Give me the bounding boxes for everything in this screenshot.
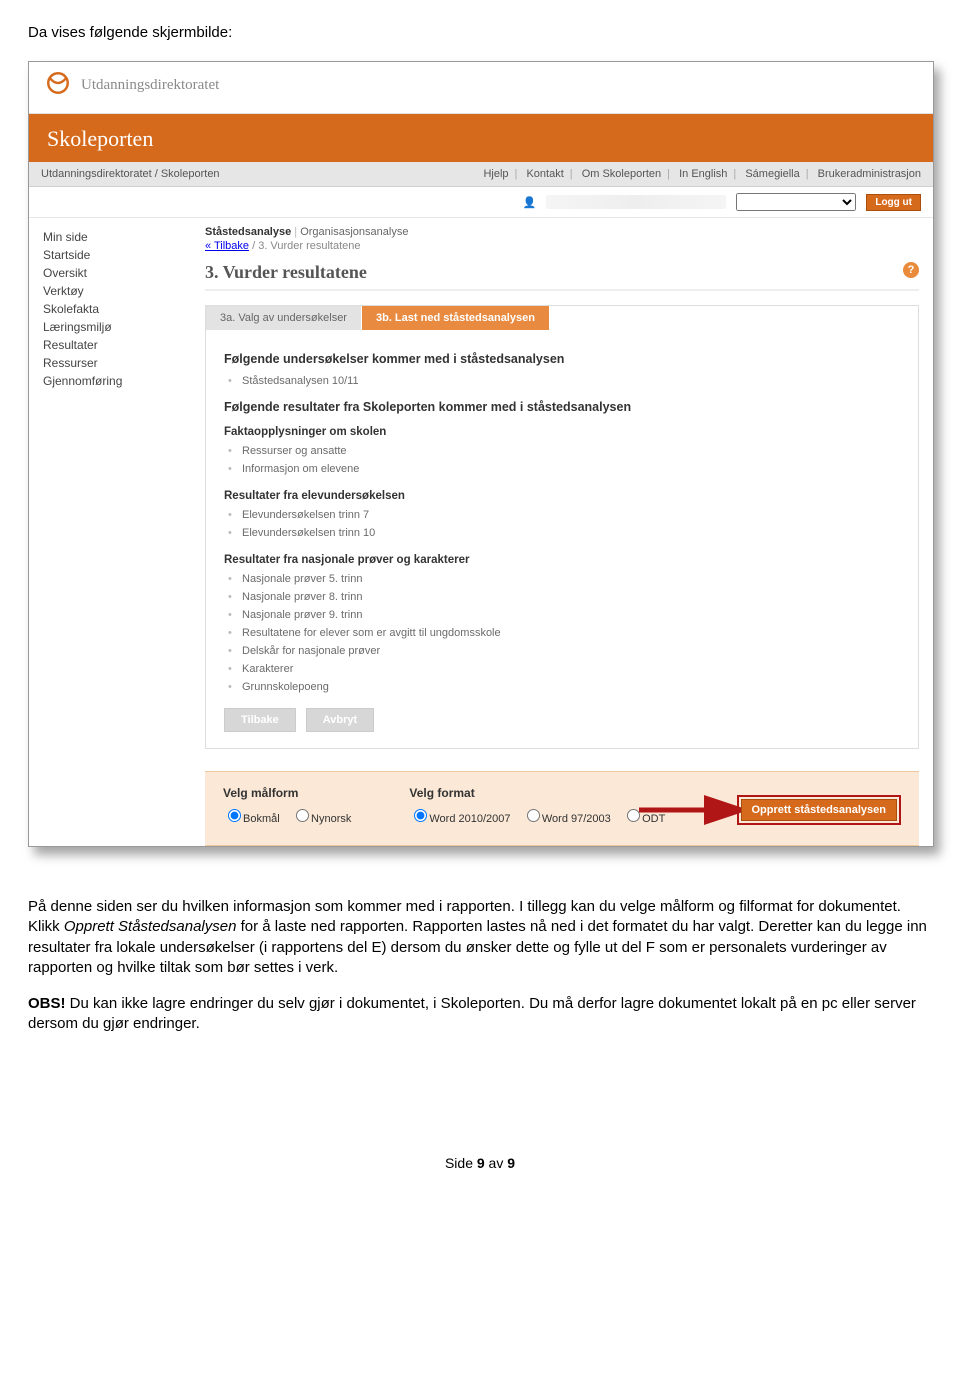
sidebar-item-resultater[interactable]: Resultater [43, 336, 199, 354]
label-malform: Velg målform [223, 786, 359, 800]
radio-word97[interactable]: Word 97/2003 [522, 813, 611, 825]
user-row: 👤 Logg ut [29, 187, 933, 218]
help-icon[interactable]: ? [903, 262, 919, 278]
page-footer: Side 9 av 9 [28, 1155, 932, 1171]
list-item: Delskår for nasjonale prøver [228, 642, 900, 660]
sidebar-item-verktoy[interactable]: Verktøy [43, 282, 199, 300]
results-panel: 3a. Valg av undersøkelser 3b. Last ned s… [205, 305, 919, 749]
sidebar-item-ressurser[interactable]: Ressurser [43, 354, 199, 372]
subheading-elev: Resultater fra elevundersøkelsen [224, 490, 900, 502]
top-link-about[interactable]: Om Skoleporten [582, 168, 661, 180]
site-banner: Skoleporten [29, 114, 933, 162]
list-item: Ståstedsanalysen 10/11 [228, 372, 900, 390]
subheading-nasj: Resultater fra nasjonale prøver og karak… [224, 554, 900, 566]
list-item: Resultatene for elever som er avgitt til… [228, 624, 900, 642]
list-item: Nasjonale prøver 9. trinn [228, 606, 900, 624]
radio-word2010[interactable]: Word 2010/2007 [409, 813, 510, 825]
sidebar-item-skolefakta[interactable]: Skolefakta [43, 300, 199, 318]
list-item: Ressurser og ansatte [228, 442, 900, 460]
logo-bar: Utdanningsdirektoratet [29, 62, 933, 114]
subheading-facts: Faktaopplysninger om skolen [224, 426, 900, 438]
list-item: Informasjon om elevene [228, 460, 900, 478]
context-select[interactable] [736, 193, 856, 211]
list-item: Grunnskolepoeng [228, 678, 900, 696]
intro-text: Da vises følgende skjermbilde: [28, 24, 932, 41]
analysis-tabs: Ståstedsanalyse | Organisasjonsanalyse [205, 226, 919, 238]
top-bar: Utdanningsdirektoratet / Skoleporten Hje… [29, 162, 933, 187]
back-link[interactable]: « Tilbake [205, 240, 249, 252]
radio-nynorsk[interactable]: Nynorsk [291, 813, 351, 825]
list-item: Karakterer [228, 660, 900, 678]
breadcrumb: Utdanningsdirektoratet / Skoleporten [41, 168, 220, 180]
tab-organisasjonsanalyse[interactable]: Organisasjonsanalyse [300, 226, 408, 238]
cancel-button[interactable]: Avbryt [306, 708, 374, 732]
top-links: Hjelp Kontakt Om Skoleporten In English … [483, 168, 921, 180]
download-options: Velg målform Bokmål Nynorsk Velg format … [205, 771, 919, 846]
top-link-help[interactable]: Hjelp [483, 168, 508, 180]
top-link-contact[interactable]: Kontakt [526, 168, 563, 180]
sidebar-item-gjennomforing[interactable]: Gjennomføring [43, 372, 199, 390]
sidebar-item-laeringsmiljo[interactable]: Læringsmiljø [43, 318, 199, 336]
label-format: Velg format [409, 786, 673, 800]
heading-surveys: Følgende undersøkelser kommer med i stås… [224, 352, 900, 366]
step-tab-3b[interactable]: 3b. Last ned ståstedsanalysen [362, 306, 550, 330]
top-link-english[interactable]: In English [679, 168, 727, 180]
radio-odt[interactable]: ODT [622, 813, 665, 825]
list-item: Nasjonale prøver 8. trinn [228, 588, 900, 606]
sidebar-item-oversikt[interactable]: Oversikt [43, 264, 199, 282]
paragraph-2: OBS! Du kan ikke lagre endringer du selv… [28, 994, 932, 1035]
list-nasj: Nasjonale prøver 5. trinn Nasjonale prøv… [224, 570, 900, 696]
list-surveys: Ståstedsanalysen 10/11 [224, 372, 900, 390]
user-name-redacted [546, 195, 726, 209]
back-button[interactable]: Tilbake [224, 708, 296, 732]
sidebar: Min side Startside Oversikt Verktøy Skol… [29, 218, 199, 846]
logout-button[interactable]: Logg ut [866, 194, 921, 211]
top-link-sami[interactable]: Sámegiella [745, 168, 799, 180]
list-item: Elevundersøkelsen trinn 7 [228, 506, 900, 524]
top-link-useradmin[interactable]: Brukeradministrasjon [818, 168, 921, 180]
list-elev: Elevundersøkelsen trinn 7 Elevundersøkel… [224, 506, 900, 542]
user-icon: 👤 [523, 196, 537, 209]
sidebar-item-startside[interactable]: Startside [43, 246, 199, 264]
screenshot-container: Utdanningsdirektoratet Skoleporten Utdan… [28, 61, 934, 847]
create-stastedsanalyse-button[interactable]: Opprett ståstedsanalysen [741, 799, 898, 821]
step-tab-3a[interactable]: 3a. Valg av undersøkelser [206, 306, 362, 330]
list-item: Elevundersøkelsen trinn 10 [228, 524, 900, 542]
section-title: 3. Vurder resultatene [205, 262, 367, 283]
paragraph-1: På denne siden ser du hvilken informasjo… [28, 897, 932, 978]
heading-results: Følgende resultater fra Skoleporten komm… [224, 400, 900, 414]
udir-logo-icon [45, 70, 71, 101]
back-trail: / 3. Vurder resultatene [249, 240, 361, 252]
radio-bokmal[interactable]: Bokmål [223, 813, 280, 825]
logo-text: Utdanningsdirektoratet [81, 77, 219, 94]
list-item: Nasjonale prøver 5. trinn [228, 570, 900, 588]
sidebar-item-minside[interactable]: Min side [43, 228, 199, 246]
tab-stastedsanalyse[interactable]: Ståstedsanalyse [205, 226, 291, 238]
list-facts: Ressurser og ansatte Informasjon om elev… [224, 442, 900, 478]
create-button-highlight: Opprett ståstedsanalysen [737, 795, 902, 825]
